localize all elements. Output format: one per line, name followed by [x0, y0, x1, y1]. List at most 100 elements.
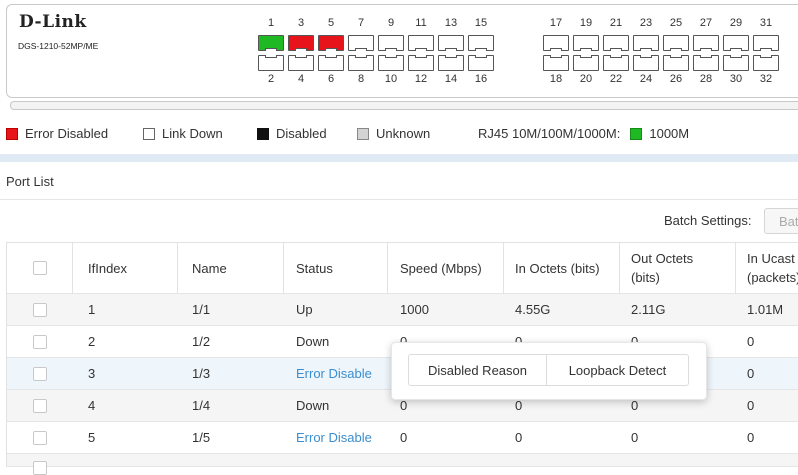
port-8-icon[interactable] — [348, 55, 374, 71]
port-number-label: 27 — [699, 17, 713, 29]
header-in-octets[interactable]: In Octets (bits) — [504, 243, 620, 293]
out-octets-cell: 2.11G — [631, 302, 666, 317]
row-select-cell — [7, 390, 72, 421]
ifindex-cell: 1 — [88, 302, 96, 317]
in-octets-cell: 0 — [515, 430, 523, 445]
port-27-icon[interactable] — [693, 35, 719, 51]
port-number-label: 13 — [444, 17, 458, 29]
port-number-label: 17 — [549, 17, 563, 29]
port-number-label: 20 — [579, 73, 593, 85]
header-ifindex[interactable]: IfIndex — [72, 243, 178, 293]
port-9-icon[interactable] — [378, 35, 404, 51]
row-select-cell — [7, 358, 72, 389]
port-number-label: 8 — [357, 73, 365, 85]
ifindex-cell: 2 — [88, 334, 96, 349]
port-number-label: 22 — [609, 73, 623, 85]
in-ucast-cell: 1.01M — [747, 302, 784, 317]
port-number-label: 7 — [357, 17, 365, 29]
row-select-cell — [7, 294, 72, 325]
name-cell: 1/2 — [192, 334, 211, 349]
port-12-icon[interactable] — [408, 55, 434, 71]
row-checkbox[interactable] — [32, 366, 47, 381]
port-4-icon[interactable] — [288, 55, 314, 71]
disabled-reason-popup: Disabled Reason Loopback Detect — [391, 342, 707, 400]
port-number-label: 11 — [415, 17, 427, 29]
port-11-icon[interactable] — [408, 35, 434, 51]
port-31-icon[interactable] — [753, 35, 779, 51]
row-select-cell — [7, 422, 72, 453]
port-23-icon[interactable] — [633, 35, 659, 51]
port-10-icon[interactable] — [378, 55, 404, 71]
header-status[interactable]: Status — [284, 243, 388, 293]
status-cell: Error Disable — [296, 358, 372, 389]
port-number-label: 26 — [669, 73, 683, 85]
port-7-icon[interactable] — [348, 35, 374, 51]
error-disable-link[interactable]: Error Disable — [296, 430, 372, 445]
port-17-icon[interactable] — [543, 35, 569, 51]
port-number-label: 25 — [669, 17, 683, 29]
speed-cell: 1000 — [400, 302, 429, 317]
in-ucast-cell: 0 — [747, 334, 755, 349]
port-24-icon[interactable] — [633, 55, 659, 71]
port-13-icon[interactable] — [438, 35, 464, 51]
table-row[interactable] — [7, 454, 798, 475]
batch-button[interactable]: Batch — [764, 208, 798, 234]
port-2-icon[interactable] — [258, 55, 284, 71]
legend-link-down-label: Link Down — [162, 126, 223, 141]
in-octets-cell: 4.55G — [515, 302, 551, 317]
port-6-icon[interactable] — [318, 55, 344, 71]
header-in-ucast[interactable]: In Ucast (packets) — [736, 243, 798, 293]
speed-cell: 0 — [400, 430, 408, 445]
port-number-label: 29 — [729, 17, 743, 29]
section-divider-band — [0, 154, 798, 162]
legend-link-down: Link Down — [143, 126, 223, 141]
port-number-label: 23 — [639, 17, 653, 29]
table-row[interactable]: 5 1/5 Error Disable 0 0 0 0 — [7, 422, 798, 454]
legend-unknown: Unknown — [357, 126, 430, 141]
table-row[interactable]: 1 1/1 Up 1000 4.55G 2.11G 1.01M — [7, 294, 798, 326]
name-cell: 1/4 — [192, 398, 211, 413]
port-number-label: 28 — [699, 73, 713, 85]
batch-settings-label: Batch Settings: — [664, 213, 752, 228]
row-checkbox[interactable] — [32, 334, 47, 349]
port-number-label: 10 — [384, 73, 398, 85]
select-all-checkbox[interactable] — [32, 261, 47, 275]
row-checkbox[interactable] — [32, 461, 47, 475]
table-header-row: IfIndex Name Status Speed (Mbps) In Octe… — [7, 243, 798, 294]
error-disabled-swatch — [6, 127, 18, 140]
legend-error-disabled-label: Error Disabled — [25, 126, 109, 141]
row-checkbox[interactable] — [32, 302, 47, 317]
switch-front-panel: D-Link DGS-1210-52MP/ME 1 2 3 4 5 6 7 8 9 10 11 12 1… — [6, 4, 798, 98]
port-19-icon[interactable] — [573, 35, 599, 51]
header-speed[interactable]: Speed (Mbps) — [388, 243, 504, 293]
port-28-icon[interactable] — [693, 55, 719, 71]
port-18-icon[interactable] — [543, 55, 569, 71]
port-20-icon[interactable] — [573, 55, 599, 71]
port-1-icon[interactable] — [258, 35, 284, 51]
port-22-icon[interactable] — [603, 55, 629, 71]
port-26-icon[interactable] — [663, 55, 689, 71]
port-25-icon[interactable] — [663, 35, 689, 51]
port-32-icon[interactable] — [753, 55, 779, 71]
error-disable-link[interactable]: Error Disable — [296, 366, 372, 381]
port-16-icon[interactable] — [468, 55, 494, 71]
port-21-icon[interactable] — [603, 35, 629, 51]
row-checkbox[interactable] — [32, 398, 47, 413]
port-number-label: 14 — [444, 73, 458, 85]
port-3-icon[interactable] — [288, 35, 314, 51]
port-number-label: 15 — [474, 17, 488, 29]
port-14-icon[interactable] — [438, 55, 464, 71]
ifindex-cell: 3 — [88, 366, 96, 381]
header-out-octets[interactable]: Out Octets (bits) — [620, 243, 736, 293]
panel-scroll-rail[interactable] — [10, 101, 798, 110]
port-15-icon[interactable] — [468, 35, 494, 51]
ifindex-cell: 4 — [88, 398, 96, 413]
port-list-title: Port List — [6, 174, 54, 189]
name-cell: 1/1 — [192, 302, 211, 317]
header-name[interactable]: Name — [178, 243, 284, 293]
port-29-icon[interactable] — [723, 35, 749, 51]
port-30-icon[interactable] — [723, 55, 749, 71]
port-5-icon[interactable] — [318, 35, 344, 51]
row-checkbox[interactable] — [32, 430, 47, 445]
port-number-label: 4 — [297, 73, 305, 85]
